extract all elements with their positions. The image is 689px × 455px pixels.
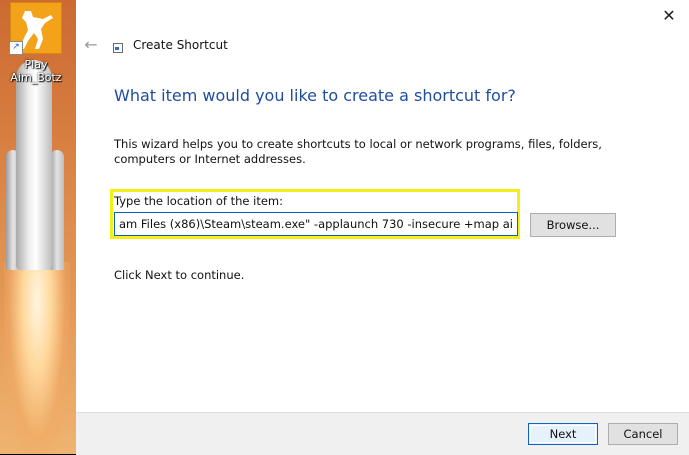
cancel-button[interactable]: Cancel xyxy=(608,423,678,445)
shortcut-arrow-icon: ↗ xyxy=(9,41,23,55)
desktop-shortcut-play-aim-botz[interactable]: ↗ Play Aim_Botz xyxy=(8,2,64,84)
location-input[interactable] xyxy=(114,212,518,236)
close-button[interactable]: ✕ xyxy=(659,6,679,26)
rocket-booster xyxy=(50,150,64,270)
counter-strike-icon: ↗ xyxy=(9,2,62,55)
page-heading: What item would you like to create a sho… xyxy=(114,86,516,105)
location-field-label: Type the location of the item: xyxy=(114,194,284,208)
next-button[interactable]: Next xyxy=(528,423,598,445)
rocket-flame xyxy=(4,262,70,454)
browse-button[interactable]: Browse... xyxy=(530,213,616,237)
rocket xyxy=(16,60,52,270)
back-arrow-icon[interactable]: ← xyxy=(82,36,100,54)
desktop-icon-label: Play Aim_Botz xyxy=(10,58,62,84)
create-shortcut-dialog: ✕ ← Create Shortcut What item would you … xyxy=(76,0,689,455)
desktop-wallpaper: ↗ Play Aim_Botz xyxy=(0,0,76,454)
dialog-title: Create Shortcut xyxy=(133,38,228,52)
wizard-description: This wizard helps you to create shortcut… xyxy=(114,137,602,166)
shortcut-icon xyxy=(113,43,123,53)
dialog-footer: Next Cancel xyxy=(76,412,689,455)
continue-hint: Click Next to continue. xyxy=(114,268,245,282)
